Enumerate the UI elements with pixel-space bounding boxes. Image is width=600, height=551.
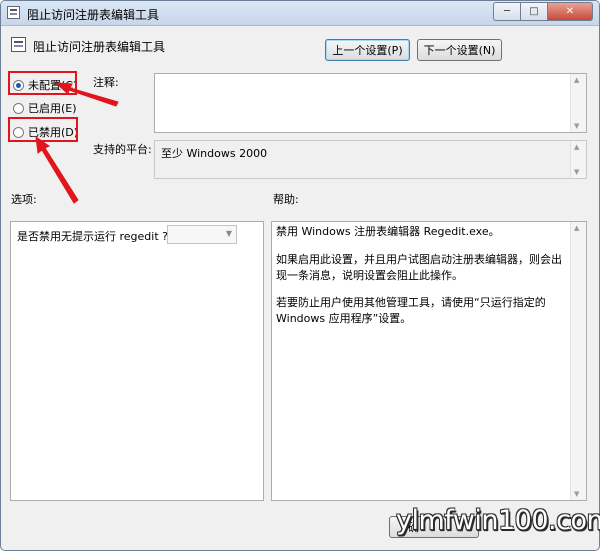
annotation-arrows xyxy=(35,82,119,204)
site-watermark: ylmfwin100.com xyxy=(396,505,600,536)
annotation-arrow-top xyxy=(54,82,119,107)
annotation-arrow-bottom xyxy=(35,135,79,204)
